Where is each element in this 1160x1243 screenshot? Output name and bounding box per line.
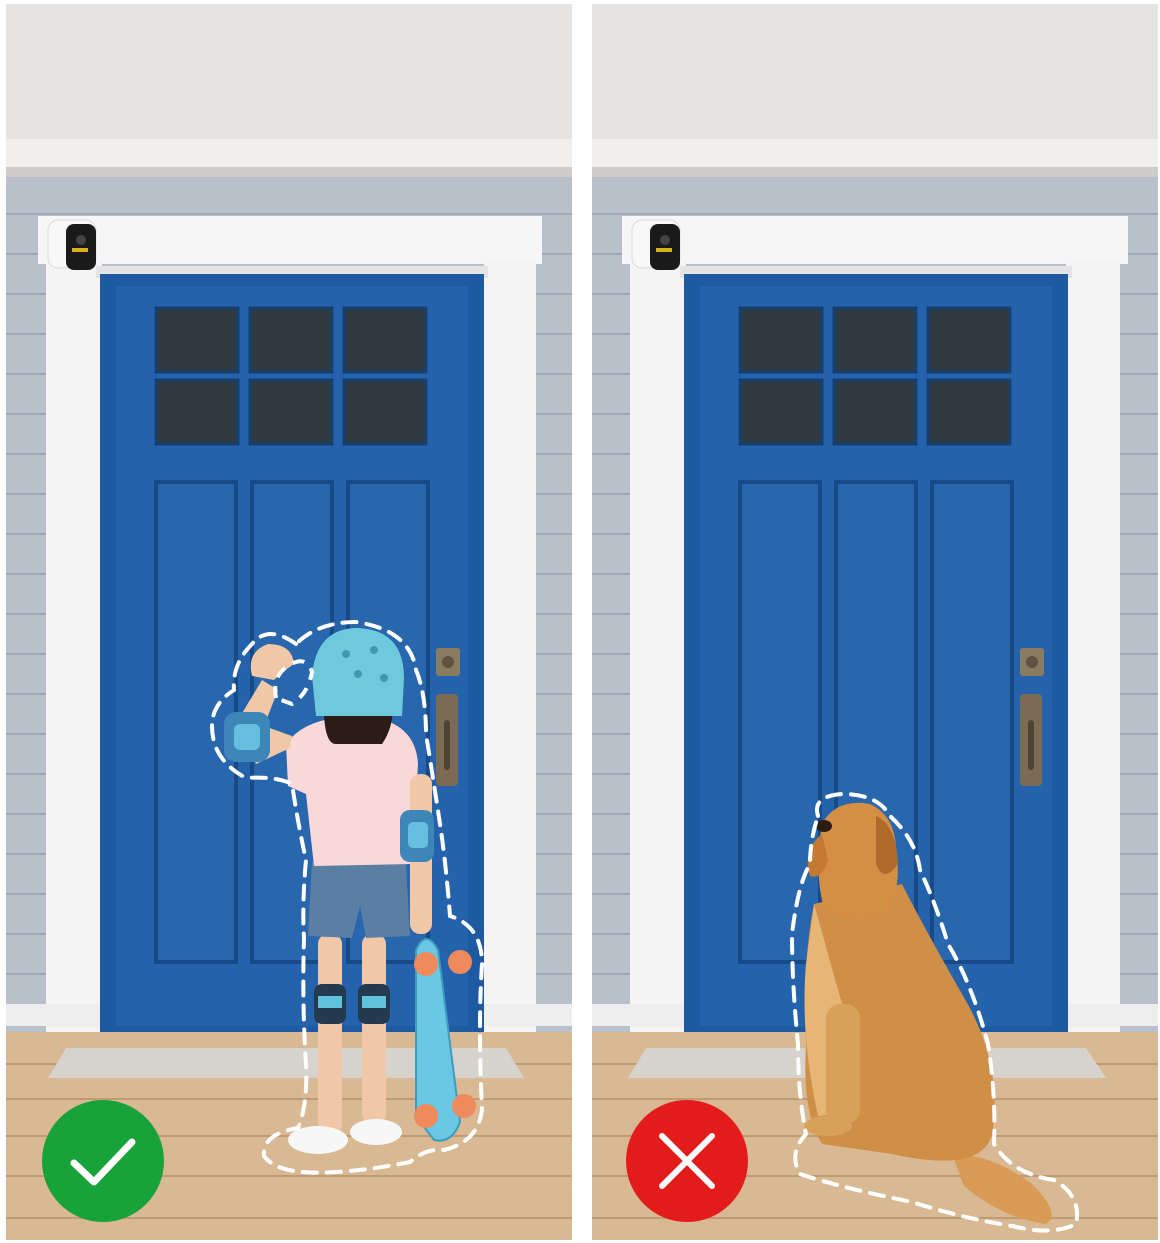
porch-ceiling	[592, 4, 1158, 144]
scene-pet	[592, 4, 1158, 1240]
security-camera	[631, 219, 681, 270]
checkmark-icon	[42, 1100, 164, 1222]
security-camera	[47, 219, 97, 270]
allowed-badge	[42, 1100, 164, 1222]
panel-person-detected	[6, 4, 572, 1240]
panel-pet-ignored	[592, 4, 1158, 1240]
door-handle	[436, 648, 460, 786]
x-mark-icon	[626, 1100, 748, 1222]
porch-ceiling	[6, 4, 572, 144]
scene-person	[6, 4, 572, 1240]
door-handle	[1020, 648, 1044, 786]
ignored-badge	[626, 1100, 748, 1222]
